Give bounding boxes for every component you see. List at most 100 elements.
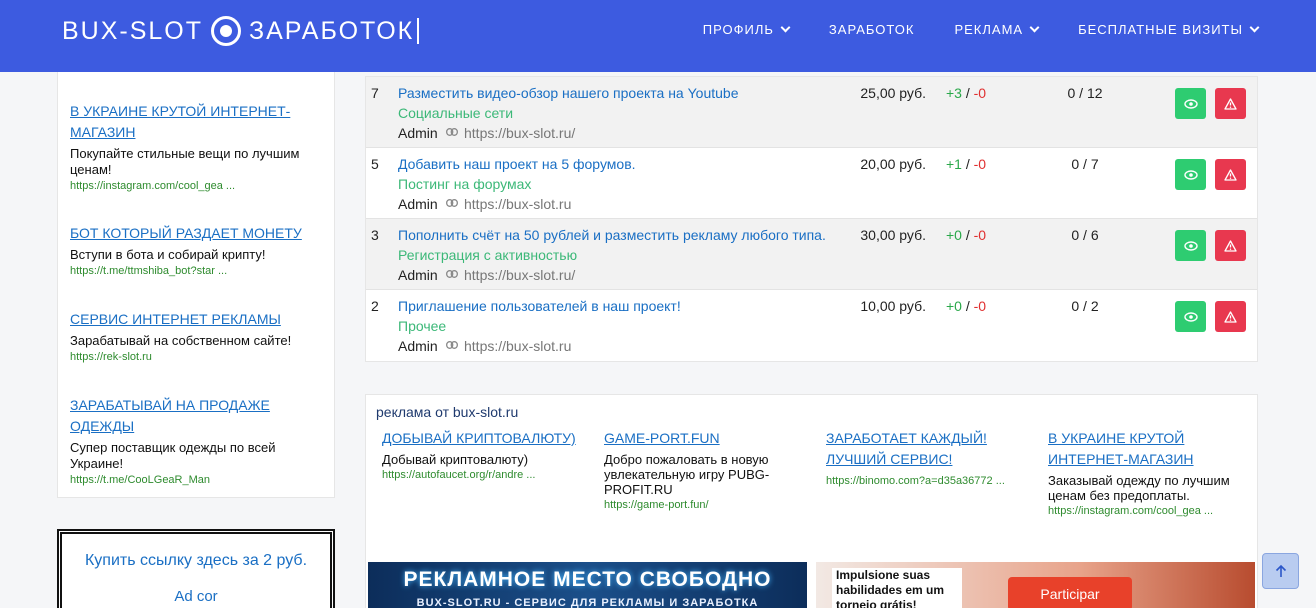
votes-plus: +0: [946, 298, 962, 314]
task-progress: 0 / 2: [1071, 298, 1099, 314]
view-task-button[interactable]: [1175, 159, 1206, 190]
sidebar-ad-title[interactable]: БОТ КОТОРЫЙ РАЗДАЕТ МОНЕТУ: [70, 223, 324, 244]
task-site: https://bux-slot.ru: [464, 196, 572, 212]
table-row: 7 Разместить видео-обзор нашего проекта …: [366, 77, 1257, 148]
free-ad-banner-subtitle: BUX-SLOT.RU - СЕРВИС ДЛЯ РЕКЛАМЫ И ЗАРАБ…: [416, 597, 759, 608]
ad-item-url: https://game-port.fun/: [604, 499, 709, 511]
link-icon: [446, 341, 458, 349]
task-title[interactable]: Пополнить счёт на 50 рублей и разместить…: [398, 227, 826, 243]
ad-item-url: https://instagram.com/cool_gea ...: [1048, 505, 1214, 517]
task-site: https://bux-slot.ru/: [464, 125, 576, 141]
eye-icon: [1183, 169, 1198, 180]
nav-earnings[interactable]: ЗАРАБОТОК: [829, 22, 915, 37]
chevron-down-icon: [780, 22, 791, 33]
ad-item-title[interactable]: ДОБЫВАЙ КРИПТОВАЛЮТУ): [382, 428, 582, 449]
ad-item: ЗАРАБОТАЕТ КАЖДЫЙ! ЛУЧШИЙ СЕРВИС! https:…: [826, 428, 1026, 488]
task-site: https://bux-slot.ru/: [464, 267, 576, 283]
task-votes: +3 / -0: [946, 85, 987, 101]
task-title[interactable]: Приглашение пользователей в наш проект!: [398, 298, 681, 314]
nav-earnings-label: ЗАРАБОТОК: [828, 22, 915, 37]
nav-advertising[interactable]: РЕКЛАМА: [954, 22, 1040, 37]
tournament-banner[interactable]: Impulsione suas habilidades em um tornei…: [816, 562, 1255, 608]
task-votes: +1 / -0: [946, 156, 987, 172]
votes-minus: -0: [973, 298, 987, 314]
table-row: 5 Добавить наш проект на 5 форумов. Пост…: [366, 148, 1257, 219]
sidebar-ad-desc: Покупайте стильные вещи по лучшим ценам!: [70, 146, 300, 177]
task-author: Admin: [398, 125, 438, 141]
eye-icon: [1183, 311, 1198, 322]
top-navbar: BUX-SLOT ЗАРАБОТОК ПРОФИЛЬ ЗАРАБОТОК РЕК…: [0, 0, 1316, 72]
votes-minus: -0: [973, 227, 987, 243]
ad-item-url: https://autofaucet.org/r/andre ...: [382, 469, 536, 481]
report-task-button[interactable]: [1215, 301, 1246, 332]
logo-text-left: BUX-SLOT: [62, 16, 204, 45]
chevron-down-icon: [1249, 22, 1260, 33]
task-title[interactable]: Разместить видео-обзор нашего проекта на…: [398, 85, 738, 101]
view-task-button[interactable]: [1175, 301, 1206, 332]
sidebar-ad: В УКРАИНЕ КРУТОЙ ИНТЕРНЕТ-МАГАЗИН Покупа…: [70, 101, 324, 193]
table-row: 3 Пополнить счёт на 50 рублей и размести…: [366, 219, 1257, 290]
task-number: 5: [371, 156, 379, 172]
nav-free-visits[interactable]: БЕСПЛАТНЫЕ ВИЗИТЫ: [1078, 22, 1260, 37]
ads-heading: реклама от bux-slot.ru: [376, 404, 519, 420]
link-icon: [446, 270, 458, 278]
votes-minus: -0: [973, 85, 987, 101]
nav-advertising-label: РЕКЛАМА: [954, 22, 1024, 37]
task-author: Admin: [398, 267, 438, 283]
ad-item-title[interactable]: ЗАРАБОТАЕТ КАЖДЫЙ! ЛУЧШИЙ СЕРВИС!: [826, 428, 1026, 470]
nav-profile-label: ПРОФИЛЬ: [702, 22, 774, 37]
sidebar-ad-title[interactable]: В УКРАИНЕ КРУТОЙ ИНТЕРНЕТ-МАГАЗИН: [70, 101, 324, 143]
ad-item-url: https://binomo.com?a=d35a36772 ...: [826, 475, 1005, 487]
task-category: Прочее: [398, 318, 447, 334]
sidebar-ads: В УКРАИНЕ КРУТОЙ ИНТЕРНЕТ-МАГАЗИН Покупа…: [57, 72, 335, 498]
ad-cor-link[interactable]: Ad cor: [62, 588, 330, 605]
ad-item: В УКРАИНЕ КРУТОЙ ИНТЕРНЕТ-МАГАЗИН Заказы…: [1048, 428, 1248, 518]
site-logo[interactable]: BUX-SLOT ЗАРАБОТОК: [62, 14, 420, 48]
scroll-to-top-button[interactable]: [1262, 553, 1299, 589]
task-votes: +0 / -0: [946, 227, 987, 243]
chevron-down-icon: [1029, 22, 1040, 33]
warning-icon: [1224, 97, 1237, 110]
eye-icon: [1183, 98, 1198, 109]
view-task-button[interactable]: [1175, 88, 1206, 119]
ad-item-title[interactable]: GAME-PORT.FUN: [604, 428, 804, 449]
task-votes: +0 / -0: [946, 298, 987, 314]
buy-link[interactable]: Купить ссылку здесь за 2 руб.: [62, 552, 330, 570]
buy-link-box: Купить ссылку здесь за 2 руб. Ad cor: [57, 529, 335, 608]
sidebar-ad-title[interactable]: СЕРВИС ИНТЕРНЕТ РЕКЛАМЫ: [70, 309, 324, 330]
warning-icon: [1224, 168, 1237, 181]
task-category: Постинг на форумах: [398, 176, 532, 192]
free-ad-banner[interactable]: РЕКЛАМНОЕ МЕСТО СВОБОДНО BUX-SLOT.RU - С…: [368, 562, 807, 608]
task-progress: 0 / 7: [1071, 156, 1099, 172]
report-task-button[interactable]: [1215, 230, 1246, 261]
sidebar-ad: БОТ КОТОРЫЙ РАЗДАЕТ МОНЕТУ Вступи в бота…: [70, 223, 324, 278]
sidebar-ad-url: https://rek-slot.ru: [70, 351, 152, 363]
nav-profile[interactable]: ПРОФИЛЬ: [702, 22, 791, 37]
eye-icon: [1183, 240, 1198, 251]
task-number: 3: [371, 227, 379, 243]
votes-minus: -0: [973, 156, 987, 172]
logo-target-icon: [211, 16, 242, 46]
sidebar-ad-url: https://t.me/ttmshiba_bot?star ...: [70, 265, 228, 277]
task-table: 7 Разместить видео-обзор нашего проекта …: [365, 76, 1258, 362]
link-icon: [446, 128, 458, 136]
participate-button[interactable]: Participar: [1008, 577, 1132, 608]
task-progress: 0 / 12: [1067, 85, 1103, 101]
view-task-button[interactable]: [1175, 230, 1206, 261]
sidebar-ad-desc: Вступи в бота и собирай крипту!: [70, 247, 266, 262]
ad-item-desc: Добывай криптовалюту): [382, 452, 529, 467]
task-price: 25,00 руб.: [860, 85, 926, 101]
sidebar-ad-desc: Супер поставщик одежды по всей Украине!: [70, 440, 276, 471]
task-price: 20,00 руб.: [860, 156, 926, 172]
ad-item-title[interactable]: В УКРАИНЕ КРУТОЙ ИНТЕРНЕТ-МАГАЗИН: [1048, 428, 1248, 470]
warning-icon: [1224, 239, 1237, 252]
tournament-banner-text: Impulsione suas habilidades em um tornei…: [832, 568, 962, 608]
report-task-button[interactable]: [1215, 159, 1246, 190]
sidebar-ad-title[interactable]: ЗАРАБАТЫВАЙ НА ПРОДАЖЕ ОДЕЖДЫ: [70, 395, 324, 437]
logo-text-right: ЗАРАБОТОК: [249, 16, 415, 45]
task-price: 10,00 руб.: [860, 298, 926, 314]
task-number: 2: [371, 298, 379, 314]
task-title[interactable]: Добавить наш проект на 5 форумов.: [398, 156, 636, 172]
sidebar-ad-url: https://instagram.com/cool_gea ...: [70, 180, 236, 192]
report-task-button[interactable]: [1215, 88, 1246, 119]
